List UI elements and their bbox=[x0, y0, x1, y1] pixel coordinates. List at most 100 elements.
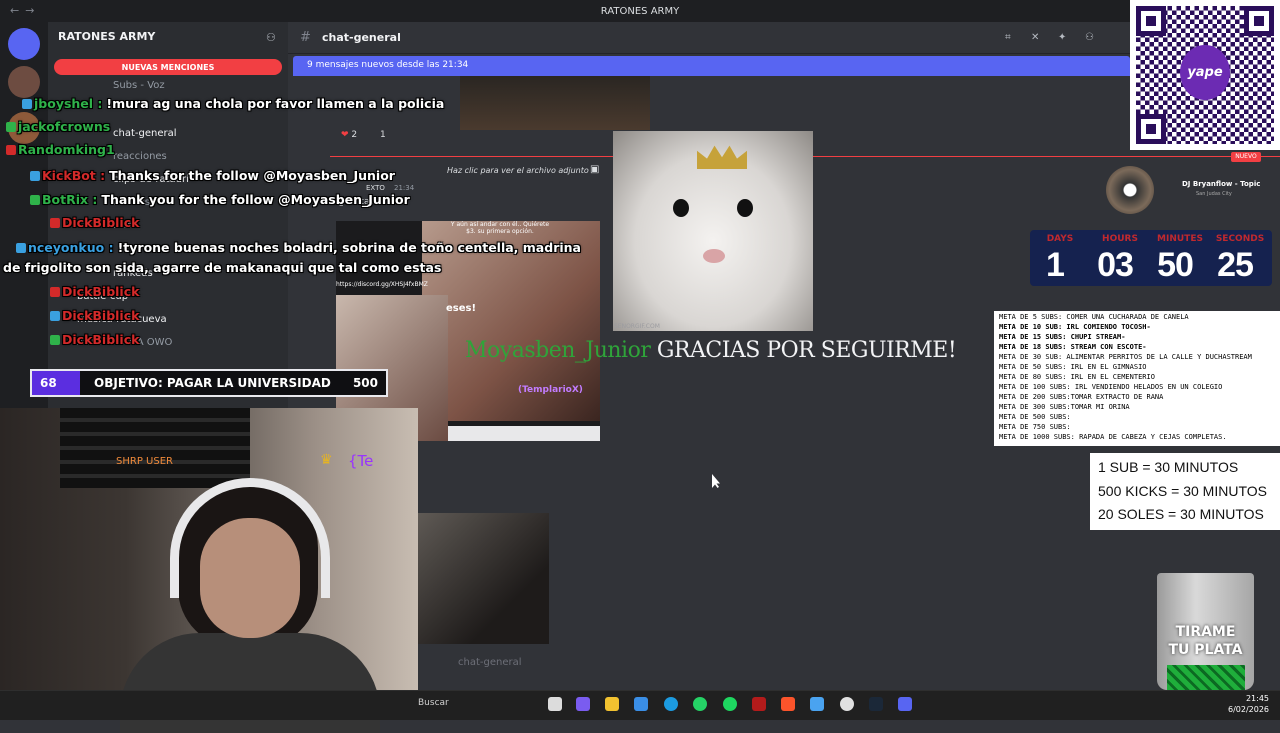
heart-reaction[interactable]: ❤ 2 bbox=[341, 130, 357, 140]
crown-icon bbox=[697, 145, 747, 169]
chat-message: de frigolito son sida, agarre de makanaq… bbox=[3, 260, 441, 275]
attachment-link[interactable]: Haz clic para ver el archivo adjunto bbox=[447, 166, 589, 175]
follow-message: GRACIAS POR SEGUIRME! bbox=[656, 338, 957, 363]
timer-label: DAYS bbox=[1046, 234, 1074, 244]
follower-name: Moyasben_Junior bbox=[465, 338, 651, 363]
chat-text: !tyrone buenas noches boladri, sobrina d… bbox=[117, 240, 581, 255]
reaction-count[interactable]: 1 bbox=[380, 130, 386, 140]
message-image[interactable] bbox=[418, 513, 549, 644]
store-icon[interactable] bbox=[634, 697, 648, 711]
channel-chat-general[interactable]: chat-general bbox=[113, 128, 177, 139]
chat-badge-icon bbox=[16, 243, 26, 253]
edge-icon[interactable] bbox=[664, 697, 678, 711]
goal-line: META DE 500 SUBS: bbox=[999, 413, 1071, 421]
mute-icon[interactable]: ✕ bbox=[1031, 32, 1039, 43]
goal-line: META DE 750 SUBS: bbox=[999, 423, 1071, 431]
goal-line: META DE 300 SUBS:TOMAR MI ORINA bbox=[999, 403, 1130, 411]
goal-line: META DE 30 SUB: ALIMENTAR PERRITOS DE LA… bbox=[999, 353, 1252, 361]
add-user-icon[interactable]: ⚇ bbox=[266, 31, 276, 44]
countdown-timer: DAYS HOURS MINUTES SECONDS 1 03 50 25 bbox=[1030, 230, 1272, 286]
qr-finder bbox=[1244, 6, 1274, 36]
spotify-icon[interactable] bbox=[723, 697, 737, 711]
goal-label: OBJETIVO: PAGAR LA UNIVERSIDAD bbox=[94, 376, 331, 390]
server-icon[interactable] bbox=[8, 66, 40, 98]
yape-logo: yape bbox=[1180, 45, 1230, 100]
chat-header bbox=[288, 22, 1130, 54]
new-messages-banner[interactable]: 9 mensajes nuevos desde las 21:34 bbox=[293, 56, 1130, 76]
nav-arrows-icon[interactable]: ←→ bbox=[10, 4, 40, 17]
chat-message: DickBiblick bbox=[50, 215, 143, 230]
chat-badge-icon bbox=[22, 99, 32, 109]
rate-line: 20 SOLES = 30 MINUTOS bbox=[1098, 506, 1264, 522]
app-icon[interactable] bbox=[752, 697, 766, 711]
new-mentions-banner[interactable]: NUEVAS MENCIONES bbox=[54, 59, 282, 75]
threads-icon[interactable]: ⌗ bbox=[1005, 32, 1011, 43]
discord-home-icon[interactable] bbox=[8, 28, 40, 60]
clock-time: 21:45 bbox=[1245, 694, 1270, 703]
steam-icon[interactable] bbox=[869, 697, 883, 711]
goal-line: META DE 80 SUBS: IRL EN EL CEMENTERIO bbox=[999, 373, 1155, 381]
chat-text: Thanks for the follow @Moyasben_Junior bbox=[109, 168, 395, 183]
chat-message: jboyshel : !mura ag una chola por favor l… bbox=[22, 96, 444, 111]
channel-subs-voz[interactable]: Subs - Voz bbox=[113, 80, 165, 91]
chat-badge-icon bbox=[30, 171, 40, 181]
members-icon[interactable]: ⚇ bbox=[1085, 32, 1094, 43]
tip-jar-text: TIRAME TU PLATA bbox=[1157, 623, 1254, 659]
chat-badge-icon bbox=[50, 218, 60, 228]
collage-text: Y aún así andar con él.. Quiérete $3. su… bbox=[450, 221, 550, 235]
brave-icon[interactable] bbox=[781, 697, 795, 711]
timer-hours: 03 bbox=[1097, 246, 1134, 284]
chat-text: de frigolito son sida, agarre de makanaq… bbox=[3, 260, 442, 275]
notepad-icon[interactable] bbox=[810, 697, 824, 711]
file-explorer-icon[interactable] bbox=[605, 697, 619, 711]
hamster-nose bbox=[703, 249, 725, 263]
goal-line: META DE 5 SUBS: COMER UNA CUCHARADA DE C… bbox=[999, 313, 1189, 321]
new-tag: NUEVO bbox=[1231, 152, 1261, 162]
server-name[interactable]: RATONES ARMY bbox=[58, 30, 155, 43]
copilot-icon[interactable] bbox=[576, 697, 590, 711]
hamster-eye bbox=[673, 199, 689, 217]
subathon-rates: 1 SUB = 30 MINUTOS 500 KICKS = 30 MINUTO… bbox=[1090, 453, 1280, 530]
rate-line: 1 SUB = 30 MINUTOS bbox=[1098, 459, 1239, 475]
goal-current: 68 bbox=[40, 376, 57, 390]
chat-message: Randomking1 bbox=[6, 142, 119, 157]
taskbar-clock[interactable]: 21:45 6/02/2026 bbox=[1228, 693, 1269, 715]
chat-username: KickBot : bbox=[42, 168, 106, 183]
coins-icon bbox=[1167, 665, 1245, 690]
yape-qr-code: yape bbox=[1130, 0, 1280, 150]
chat-message: KickBot : Thanks for the follow @Moyasben… bbox=[30, 168, 395, 183]
song-subtitle: San Judas City bbox=[1196, 191, 1232, 197]
qr-finder bbox=[1136, 114, 1166, 144]
window-title: RATONES ARMY bbox=[600, 5, 680, 17]
message-time: 21:34 bbox=[394, 184, 415, 192]
hamster-gif[interactable] bbox=[613, 131, 813, 331]
composer-placeholder: chat-general bbox=[458, 657, 522, 668]
taskbar-search[interactable]: Buscar bbox=[418, 694, 538, 714]
chat-username: jackofcrowns bbox=[18, 119, 111, 134]
task-view-icon[interactable] bbox=[548, 697, 562, 711]
chat-message: DickBiblick bbox=[50, 332, 143, 347]
message-composer[interactable]: chat-general bbox=[418, 650, 1268, 676]
channel-reacciones[interactable]: reacciones bbox=[113, 151, 167, 162]
discord-icon[interactable] bbox=[898, 697, 912, 711]
collage-text: eses! bbox=[446, 303, 477, 314]
chat-username: DickBiblick bbox=[62, 308, 140, 323]
chat-text: Thank you for the follow @Moyasben_Junio… bbox=[101, 192, 410, 207]
clock-date: 6/02/2026 bbox=[1228, 705, 1270, 714]
timer-label: HOURS bbox=[1102, 234, 1138, 244]
goal-target: 500 bbox=[352, 376, 378, 390]
whatsapp-icon[interactable] bbox=[693, 697, 707, 711]
mouse-cursor-icon bbox=[712, 474, 720, 488]
pin-icon[interactable]: ✦ bbox=[1058, 32, 1066, 43]
goal-line: META DE 50 SUBS: IRL EN EL GIMNASIO bbox=[999, 363, 1147, 371]
message-image[interactable] bbox=[460, 76, 650, 130]
chat-badge-icon bbox=[50, 311, 60, 321]
headphones-icon bbox=[170, 478, 330, 598]
bot-author[interactable]: EXTO bbox=[366, 184, 385, 192]
hamster-eye bbox=[737, 199, 753, 217]
sub-goals-list: META DE 5 SUBS: COMER UNA CUCHARADA DE C… bbox=[994, 311, 1280, 446]
chat-username: BotRix : bbox=[42, 192, 98, 207]
obs-icon[interactable] bbox=[840, 697, 854, 711]
chat-username: DickBiblick bbox=[62, 284, 140, 299]
image-icon[interactable]: ▣ bbox=[590, 164, 599, 175]
